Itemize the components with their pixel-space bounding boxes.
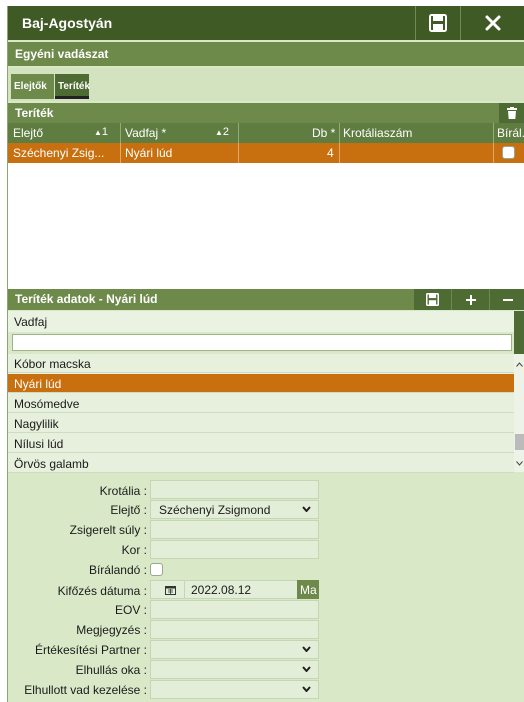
plus-icon <box>465 294 476 305</box>
zsigerelt-suly-input[interactable] <box>150 520 319 539</box>
zsigerelt-suly-label: Zsigerelt súly : <box>69 523 147 537</box>
chevron-down-icon <box>302 686 311 692</box>
details-save-button[interactable] <box>414 289 451 310</box>
column-krotaliaszam[interactable]: Krotáliaszám <box>343 126 412 140</box>
biral-checkbox[interactable] <box>502 146 515 159</box>
cell-vadfaj: Nyári lúd <box>125 146 173 160</box>
megjegyzes-input[interactable] <box>150 620 319 639</box>
sort-order-elejto: 1 <box>101 126 109 138</box>
vadfaj-header: Vadfaj <box>8 311 524 355</box>
biralando-label: Bírálandó : <box>88 563 147 577</box>
close-icon <box>485 15 501 31</box>
window-title: Baj-Agostyán <box>22 15 113 31</box>
title-bar: Baj-Agostyán <box>8 6 524 40</box>
tab-strip: Elejtők Teríték <box>8 68 524 101</box>
scrollbar-thumb[interactable] <box>515 434 524 450</box>
column-vadfaj[interactable]: Vadfaj * <box>125 126 166 140</box>
list-item[interactable]: Nílusi lúd <box>8 434 514 453</box>
kor-input[interactable] <box>150 540 319 559</box>
chevron-down-icon <box>302 666 311 672</box>
floppy-disk-icon <box>428 14 447 32</box>
column-biral[interactable]: Bírál... <box>497 126 524 140</box>
floppy-disk-icon <box>426 293 439 306</box>
elejto-select-value: Széchenyi Zsigmond <box>159 503 271 517</box>
megjegyzes-label: Megjegyzés : <box>76 623 147 637</box>
vadfaj-list: Kóbor macska Nyári lúd Mosómedve Nagylil… <box>8 354 514 473</box>
vadfaj-label: Vadfaj <box>14 315 48 329</box>
eov-label: EOV : <box>114 603 147 617</box>
tab-elejtok[interactable]: Elejtők <box>11 74 54 99</box>
app-window: Baj-Agostyán Egyéni vadászat Elejtők Ter… <box>7 6 524 702</box>
ertekesitesi-partner-select[interactable] <box>150 640 319 659</box>
add-button[interactable] <box>452 289 489 310</box>
elejto-select[interactable]: Széchenyi Zsigmond <box>150 500 319 519</box>
sort-order-vadfaj: 2 <box>222 126 230 138</box>
eov-input[interactable] <box>150 600 319 619</box>
details-section-header: Teríték adatok - Nyári lúd <box>8 289 524 310</box>
teritek-section-title: Teríték <box>15 106 54 120</box>
today-button[interactable]: Ma <box>297 580 319 599</box>
cell-elejto: Széchenyi Zsig... <box>13 146 105 160</box>
cell-db: 4 <box>327 146 334 160</box>
list-item[interactable]: Örvös galamb <box>8 454 514 473</box>
elejto-label: Elejtő : <box>110 503 147 517</box>
list-item[interactable]: Nagylilik <box>8 414 514 433</box>
chevron-down-icon <box>302 646 311 652</box>
kifozes-datuma-field[interactable]: 2022.08.12 <box>150 580 319 599</box>
save-button[interactable] <box>415 6 459 40</box>
sort-up-icon: ▲ <box>215 128 223 137</box>
elhullas-oka-label: Elhullás oka : <box>75 663 147 677</box>
list-item[interactable]: Mosómedve <box>8 394 514 413</box>
trash-icon <box>507 107 517 119</box>
chevron-up-icon <box>516 362 523 367</box>
vadfaj-column-edge <box>514 311 524 355</box>
kifozes-datuma-value: 2022.08.12 <box>191 583 252 597</box>
vadfaj-search-input[interactable] <box>12 334 512 351</box>
sort-up-icon: ▲ <box>94 128 102 137</box>
teritek-section-header: Teríték <box>8 103 524 123</box>
kor-label: Kor : <box>121 543 147 557</box>
elhullott-vad-kezelese-select[interactable] <box>150 680 319 699</box>
chevron-down-icon <box>516 461 523 466</box>
list-item[interactable]: Kóbor macska <box>8 354 514 373</box>
close-button[interactable] <box>460 6 524 40</box>
remove-button[interactable] <box>490 289 524 310</box>
sort-indicator-elejto: ▲1 <box>94 126 108 138</box>
column-elejto[interactable]: Elejtő <box>13 126 43 140</box>
subtitle-bar: Egyéni vadászat <box>8 42 524 66</box>
teritek-table-header: Elejtő ▲1 Vadfaj * ▲2 Db * Krotáliaszám … <box>8 123 524 143</box>
krotalia-label: Krotália : <box>99 484 147 498</box>
list-scrollbar[interactable] <box>514 354 524 472</box>
biralando-checkbox[interactable] <box>150 563 163 576</box>
column-db[interactable]: Db * <box>312 126 335 140</box>
minus-icon <box>502 298 513 301</box>
elhullott-vad-kezelese-label: Elhullott vad kezelése : <box>24 683 147 697</box>
list-item-selected[interactable]: Nyári lúd <box>8 374 514 393</box>
sort-indicator-vadfaj: ▲2 <box>215 126 229 138</box>
table-row[interactable]: Széchenyi Zsig... Nyári lúd 4 <box>8 143 524 163</box>
chevron-down-icon <box>302 506 311 512</box>
delete-button[interactable] <box>499 103 524 123</box>
calendar-icon <box>165 586 176 595</box>
elhullas-oka-select[interactable] <box>150 660 319 679</box>
ertekesitesi-partner-label: Értékesítési Partner : <box>34 643 147 657</box>
krotalia-input[interactable] <box>150 480 319 499</box>
tab-teritek[interactable]: Teríték <box>55 74 90 99</box>
teritek-table-empty-area <box>8 163 524 292</box>
details-section-title: Teríték adatok - Nyári lúd <box>15 292 158 306</box>
kifozes-datuma-label: Kifőzés dátuma : <box>57 584 147 598</box>
